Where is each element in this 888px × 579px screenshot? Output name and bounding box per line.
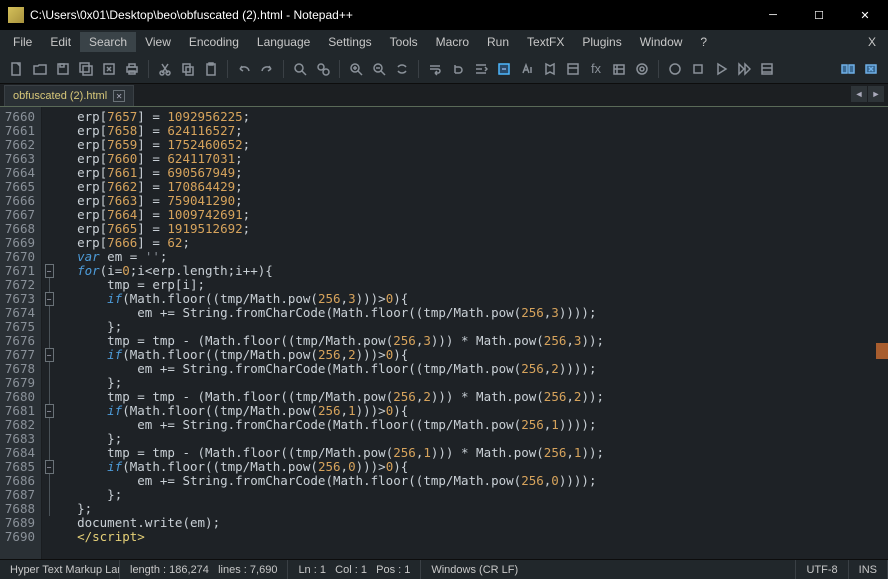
menu-x[interactable]: X: [860, 32, 884, 52]
tab-label: obfuscated (2).html: [13, 90, 107, 102]
replace-icon[interactable]: [312, 58, 334, 80]
save-icon[interactable]: [52, 58, 74, 80]
open-icon[interactable]: [29, 58, 51, 80]
menu-macro[interactable]: Macro: [427, 32, 478, 52]
menu-help[interactable]: ?: [691, 32, 716, 52]
indent-icon[interactable]: [470, 58, 492, 80]
foldlevel-icon[interactable]: [493, 58, 515, 80]
menu-settings[interactable]: Settings: [319, 32, 380, 52]
toolbar-separator: [227, 60, 228, 78]
play-icon[interactable]: [710, 58, 732, 80]
record-icon[interactable]: [664, 58, 686, 80]
title-bar: C:\Users\0x01\Desktop\beo\obfuscated (2)…: [0, 0, 888, 30]
clearcompare-icon[interactable]: [860, 58, 882, 80]
fold-column[interactable]: −−−−−: [42, 107, 56, 559]
status-position: Ln : 1 Col : 1 Pos : 1: [288, 560, 421, 579]
zoomin-icon[interactable]: [345, 58, 367, 80]
tab-prev-icon[interactable]: ◄: [851, 86, 867, 102]
undo-icon[interactable]: [233, 58, 255, 80]
zoomout-icon[interactable]: [368, 58, 390, 80]
cut-icon[interactable]: [154, 58, 176, 80]
status-bar: Hyper Text Markup Lan length : 186,274 l…: [0, 559, 888, 579]
app-icon: [8, 7, 24, 23]
toolbar-separator: [658, 60, 659, 78]
status-eol: Windows (CR LF): [421, 560, 796, 579]
new-icon[interactable]: [6, 58, 28, 80]
status-encoding: UTF-8: [796, 560, 848, 579]
menu-edit[interactable]: Edit: [41, 32, 80, 52]
menu-window[interactable]: Window: [631, 32, 692, 52]
tab-next-icon[interactable]: ►: [868, 86, 884, 102]
status-insertmode: INS: [849, 560, 888, 579]
toolbar-separator: [148, 60, 149, 78]
menu-language[interactable]: Language: [248, 32, 319, 52]
menu-encoding[interactable]: Encoding: [180, 32, 248, 52]
docmap-icon[interactable]: [539, 58, 561, 80]
toolbar-separator: [339, 60, 340, 78]
playmulti-icon[interactable]: [733, 58, 755, 80]
print-icon[interactable]: [121, 58, 143, 80]
toolbar-separator: [283, 60, 284, 78]
find-icon[interactable]: [289, 58, 311, 80]
copy-icon[interactable]: [177, 58, 199, 80]
maximize-button[interactable]: ☐: [796, 0, 842, 30]
editor[interactable]: 7660766176627663766476657666766776687669…: [0, 107, 888, 559]
folder-icon[interactable]: [608, 58, 630, 80]
tab-close-icon[interactable]: ✕: [113, 90, 125, 102]
menu-textfx[interactable]: TextFX: [518, 32, 573, 52]
menu-tools[interactable]: Tools: [381, 32, 427, 52]
minimize-button[interactable]: ─: [750, 0, 796, 30]
menu-plugins[interactable]: Plugins: [573, 32, 630, 52]
funclist-icon[interactable]: fx: [585, 58, 607, 80]
code-area[interactable]: erp[7657] = 1092956225; erp[7658] = 6241…: [56, 107, 888, 559]
menu-run[interactable]: Run: [478, 32, 518, 52]
menu-bar: File Edit Search View Encoding Language …: [0, 30, 888, 54]
wordwrap-icon[interactable]: [424, 58, 446, 80]
status-language: Hyper Text Markup Lan: [0, 560, 120, 579]
compare-icon[interactable]: [837, 58, 859, 80]
menu-view[interactable]: View: [136, 32, 180, 52]
window-title: C:\Users\0x01\Desktop\beo\obfuscated (2)…: [30, 8, 750, 22]
sync-icon[interactable]: [391, 58, 413, 80]
toolbar-separator: [418, 60, 419, 78]
stop-icon[interactable]: [687, 58, 709, 80]
tab-bar: obfuscated (2).html ✕ ◄ ►: [0, 84, 888, 107]
paste-icon[interactable]: [200, 58, 222, 80]
line-gutter: 7660766176627663766476657666766776687669…: [0, 107, 42, 559]
saveall-icon[interactable]: [75, 58, 97, 80]
status-length: length : 186,274 lines : 7,690: [120, 560, 288, 579]
savemacro-icon[interactable]: [756, 58, 778, 80]
menu-search[interactable]: Search: [80, 32, 136, 52]
menu-file[interactable]: File: [4, 32, 41, 52]
redo-icon[interactable]: [256, 58, 278, 80]
tab-obfuscated[interactable]: obfuscated (2).html ✕: [4, 85, 134, 106]
scrollbar-marker[interactable]: [876, 343, 888, 359]
close-button[interactable]: ✕: [842, 0, 888, 30]
closeall-icon[interactable]: [98, 58, 120, 80]
doclist-icon[interactable]: [562, 58, 584, 80]
toolbar: fx: [0, 54, 888, 84]
monitor-icon[interactable]: [631, 58, 653, 80]
allchars-icon[interactable]: [447, 58, 469, 80]
userlang-icon[interactable]: [516, 58, 538, 80]
